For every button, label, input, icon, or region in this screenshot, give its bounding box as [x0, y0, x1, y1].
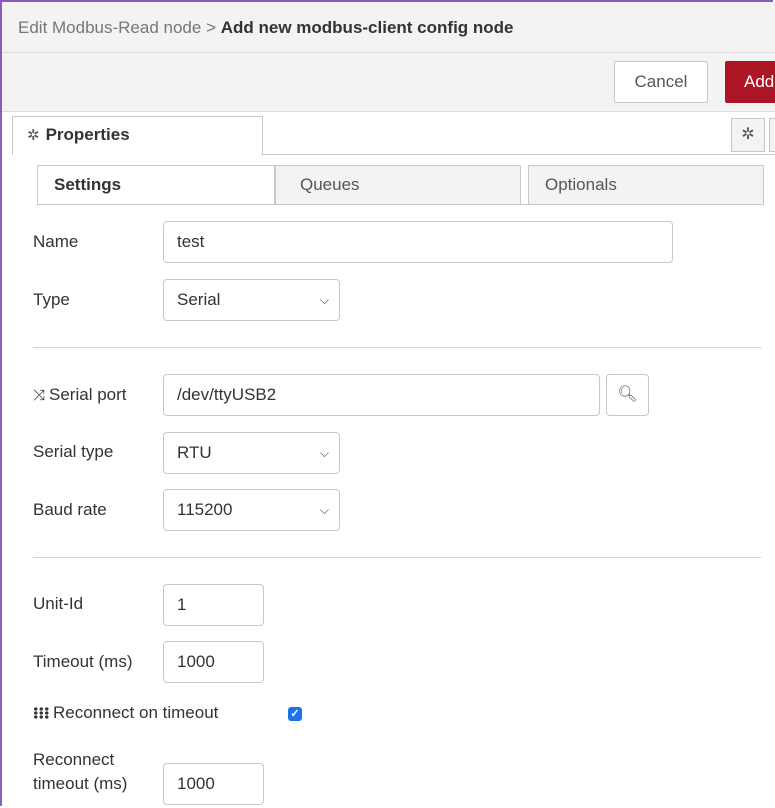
tab-properties[interactable]: ✲ Properties: [12, 116, 263, 155]
subtab-divider: [37, 204, 764, 205]
tab-divider: [263, 154, 775, 155]
cancel-button[interactable]: Cancel: [614, 61, 708, 103]
reconnect-timeout-label-line1: Reconnect: [33, 750, 115, 769]
chevron-down-icon: ⌵: [319, 446, 329, 460]
type-select[interactable]: Serial ⌵: [163, 279, 340, 321]
baud-rate-select-value: 115200: [177, 500, 233, 519]
unit-id-input[interactable]: 1: [163, 584, 264, 626]
serial-type-select-value: RTU: [177, 443, 212, 462]
settings-gear-button[interactable]: ✲: [731, 118, 765, 152]
search-icon: 🔍︎: [617, 386, 638, 403]
baud-rate-select[interactable]: 115200 ⌵: [163, 489, 340, 531]
reconnect-timeout-input[interactable]: 1000: [163, 763, 264, 805]
gear-icon: ✲: [741, 126, 755, 143]
name-input[interactable]: test: [163, 221, 673, 263]
section-divider: [33, 557, 761, 558]
breadcrumb: Edit Modbus-Read node >: [18, 18, 216, 37]
reconnect-on-timeout-label: Reconnect on timeout: [33, 703, 218, 723]
tab-properties-label: Properties: [45, 125, 130, 144]
tab-queues[interactable]: Queues: [275, 165, 521, 205]
type-label: Type: [33, 290, 70, 309]
serial-type-select[interactable]: RTU ⌵: [163, 432, 340, 474]
search-ports-button[interactable]: 🔍︎: [606, 374, 649, 416]
shuffle-icon: ⤨: [33, 387, 46, 404]
overflow-tab-button[interactable]: [769, 118, 775, 152]
reconnect-timeout-label: Reconnect timeout (ms): [33, 748, 127, 796]
serial-port-label: ⤨ Serial port: [33, 385, 127, 405]
add-button[interactable]: Add: [725, 61, 775, 103]
section-divider: [33, 347, 761, 348]
dialog-title-bar: Edit Modbus-Read node > Add new modbus-c…: [2, 2, 775, 53]
baud-rate-label: Baud rate: [33, 500, 107, 519]
tab-optionals[interactable]: Optionals: [528, 165, 764, 205]
serial-type-label: Serial type: [33, 442, 114, 461]
page-title: Add new modbus-client config node: [220, 18, 514, 37]
reconnect-on-timeout-checkbox[interactable]: ✓: [288, 707, 302, 721]
chevron-down-icon: ⌵: [319, 503, 329, 517]
dialog-toolbar: Cancel Add: [2, 53, 775, 112]
serial-port-input[interactable]: /dev/ttyUSB2: [163, 374, 600, 416]
unit-id-label: Unit-Id: [33, 594, 84, 613]
check-icon: ✓: [290, 708, 300, 720]
reconnect-on-timeout-label-text: Reconnect on timeout: [53, 703, 219, 722]
timeout-label: Timeout (ms): [33, 652, 133, 671]
name-label: Name: [33, 232, 79, 251]
reconnect-timeout-label-line2: timeout (ms): [33, 774, 128, 793]
serial-port-label-text: Serial port: [49, 385, 127, 404]
gear-icon: ✲: [27, 127, 40, 144]
type-select-value: Serial: [177, 290, 221, 309]
chevron-down-icon: ⌵: [319, 293, 329, 307]
tab-settings[interactable]: Settings: [37, 165, 275, 205]
grid-icon: [33, 707, 49, 719]
timeout-input[interactable]: 1000: [163, 641, 264, 683]
